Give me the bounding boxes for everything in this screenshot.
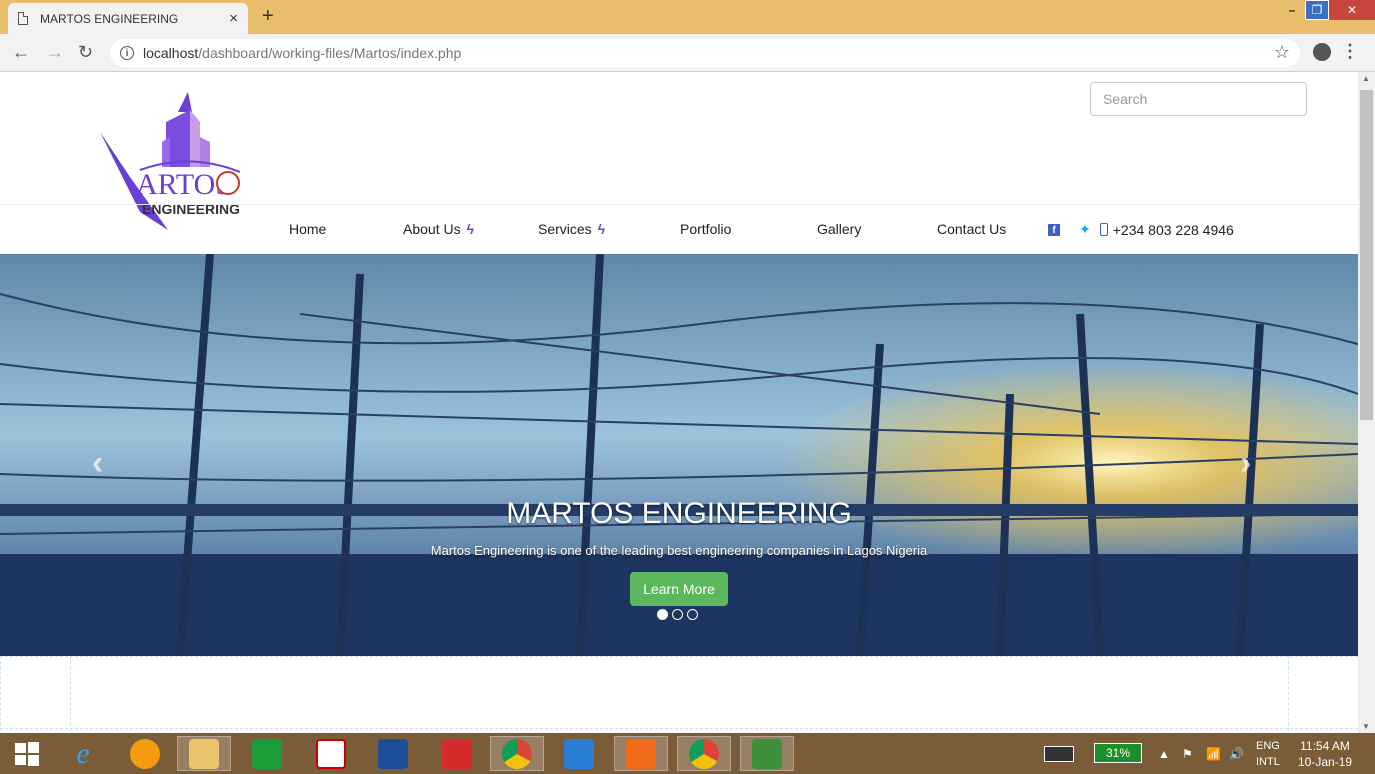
window-controls: – ❐ ✕ — [1279, 0, 1375, 20]
brackets-icon — [564, 738, 594, 769]
taskbar-app[interactable] — [740, 736, 794, 771]
volume-icon[interactable]: 🔊 — [1229, 733, 1244, 774]
twitter-icon[interactable]: ✦ — [1079, 221, 1091, 238]
scroll-up-icon[interactable]: ▲ — [1362, 74, 1370, 83]
chrome-icon — [689, 738, 719, 769]
close-window-button[interactable]: ✕ — [1329, 0, 1375, 20]
content-section — [0, 656, 1358, 733]
social-links: f ✦ +234 803 228 4946 — [1048, 221, 1234, 238]
taskbar-brackets[interactable] — [552, 736, 606, 771]
action-center-flag-icon[interactable]: ⚑ — [1182, 733, 1193, 774]
new-tab-button[interactable]: + — [262, 5, 274, 28]
nav-portfolio[interactable]: Portfolio — [680, 221, 731, 237]
scroll-down-icon[interactable]: ▼ — [1362, 722, 1370, 731]
hero-title: MARTOS ENGINEERING — [506, 497, 852, 530]
taskbar-explorer[interactable] — [177, 736, 231, 771]
info-icon[interactable]: i — [120, 46, 134, 60]
box-icon — [442, 738, 472, 769]
taskbar-lenovo[interactable] — [366, 736, 420, 771]
headphones-icon — [130, 738, 160, 769]
scrollbar-thumb[interactable] — [1360, 90, 1373, 420]
carousel-prev-icon[interactable]: ‹ — [92, 444, 103, 483]
taskbar-chrome-1[interactable] — [490, 736, 544, 771]
start-button[interactable] — [0, 736, 54, 771]
url-host: localhost — [143, 45, 199, 61]
bookmark-star-icon[interactable]: ☆ — [1274, 42, 1290, 63]
main-navbar: Home About Us ϟ Services ϟ Portfolio Galle… — [0, 204, 1358, 254]
file-explorer-icon — [189, 738, 219, 769]
account-icon[interactable] — [1313, 43, 1331, 61]
browser-tab-strip: MARTOS ENGINEERING × + – ❐ ✕ — [0, 0, 1375, 34]
browser-tab[interactable]: MARTOS ENGINEERING × — [8, 3, 248, 34]
windows-start-icon — [15, 741, 39, 766]
xampp-icon — [626, 738, 656, 769]
facebook-icon[interactable]: f — [1048, 223, 1060, 236]
taskbar-adobe[interactable] — [304, 736, 358, 771]
windows-taskbar: e 31% ▲ ⚑ 📶 🔊 ENG INTL 11:54 AM 10-Jan-1… — [0, 733, 1375, 774]
battery-indicator[interactable]: 31% — [1094, 743, 1142, 763]
page-viewport: ARTOS ENGINEERING Home About Usϟ Service… — [0, 72, 1358, 733]
phone-icon — [1099, 223, 1108, 236]
hero-subtitle: Martos Engineering is one of the leading… — [430, 543, 928, 558]
url-bar[interactable]: i localhost/dashboard/working-files/Mart… — [110, 39, 1300, 67]
phone-number: +234 803 228 4946 — [1112, 221, 1234, 238]
address-toolbar: ← → ↻ i localhost/dashboard/working-file… — [0, 34, 1375, 72]
nav-home[interactable]: Home — [289, 221, 326, 237]
lenovo-icon — [378, 738, 408, 769]
minimize-button[interactable]: – — [1279, 0, 1305, 20]
learn-more-button[interactable]: Learn More — [630, 572, 728, 606]
hero-caption: MARTOS ENGINEERING Martos Engineering is… — [0, 497, 1358, 558]
taskbar-music[interactable] — [118, 736, 172, 771]
carousel-next-icon[interactable]: › — [1240, 444, 1251, 483]
lightning-icon: ϟ — [597, 221, 606, 237]
taskbar-chrome-2[interactable] — [677, 736, 731, 771]
keyboard-icon[interactable] — [1044, 733, 1074, 774]
carousel-dot[interactable] — [657, 609, 668, 620]
tray-overflow-icon[interactable]: ▲ — [1158, 733, 1170, 774]
carousel-indicators — [657, 609, 698, 620]
browser-menu-icon[interactable]: ⋮ — [1341, 41, 1359, 62]
carousel-dot[interactable] — [672, 609, 683, 620]
network-icon[interactable]: 📶 — [1206, 733, 1221, 774]
store-icon — [252, 738, 282, 769]
tab-close-icon[interactable]: × — [229, 10, 238, 27]
app-icon — [752, 738, 782, 769]
taskbar-ie[interactable]: e — [56, 736, 110, 771]
hero-carousel: ‹ › MARTOS ENGINEERING Martos Engineerin… — [0, 254, 1358, 656]
taskbar-store[interactable] — [240, 736, 294, 771]
chrome-icon — [502, 738, 532, 769]
ie-icon: e — [76, 736, 90, 770]
forward-arrow-icon[interactable]: → — [46, 42, 64, 63]
nav-services[interactable]: Services ϟ — [538, 221, 605, 237]
adobe-icon — [316, 738, 346, 769]
maximize-button[interactable]: ❐ — [1305, 0, 1329, 20]
nav-contact[interactable]: Contact Us — [937, 221, 1006, 237]
page-icon — [18, 12, 28, 25]
system-clock[interactable]: 11:54 AM 10-Jan-19 — [1298, 738, 1352, 770]
lightning-icon: ϟ — [466, 221, 475, 237]
nav-gallery[interactable]: Gallery — [817, 221, 861, 237]
search-input[interactable] — [1090, 82, 1307, 116]
url-path: /dashboard/working-files/Martos/index.ph… — [198, 45, 462, 61]
page-scrollbar[interactable]: ▲ ▼ — [1358, 72, 1375, 733]
back-arrow-icon[interactable]: ← — [12, 42, 30, 63]
taskbar-box[interactable] — [430, 736, 484, 771]
tab-title: MARTOS ENGINEERING — [40, 11, 179, 26]
nav-about[interactable]: About Us ϟ — [403, 221, 474, 237]
language-indicator[interactable]: ENG INTL — [1256, 738, 1280, 770]
reload-icon[interactable]: ↻ — [78, 42, 93, 63]
taskbar-xampp[interactable] — [614, 736, 668, 771]
carousel-dot[interactable] — [687, 609, 698, 620]
